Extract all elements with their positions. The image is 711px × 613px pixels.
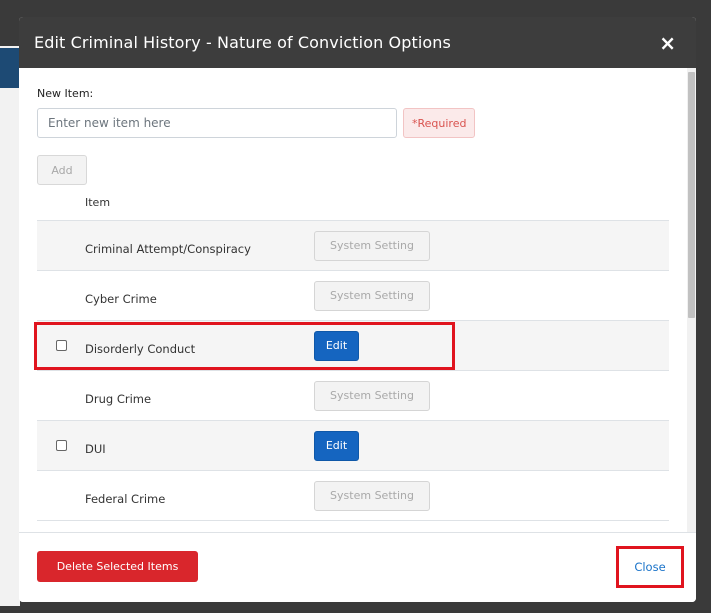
required-badge: *Required — [403, 108, 476, 138]
row-item-name: Cyber Crime — [85, 291, 157, 306]
modal-title: Edit Criminal History - Nature of Convic… — [34, 33, 451, 52]
row-item-name: Disorderly Conduct — [85, 341, 196, 356]
row-checkbox[interactable] — [55, 440, 67, 451]
checkbox-cell — [37, 440, 85, 451]
close-button[interactable]: Close — [616, 546, 684, 588]
close-icon[interactable]: × — [659, 33, 676, 53]
table-header: Item — [37, 185, 669, 221]
background-page-strip — [0, 46, 20, 606]
modal-footer: Delete Selected Items Close — [19, 532, 696, 602]
table-row: Drug Crime System Setting — [37, 371, 669, 421]
delete-selected-button[interactable]: Delete Selected Items — [37, 551, 198, 582]
edit-button[interactable]: Edit — [314, 330, 359, 361]
system-setting-button: System Setting — [314, 230, 430, 261]
modal-header: Edit Criminal History - Nature of Convic… — [19, 17, 696, 68]
row-item-name: Drug Crime — [85, 391, 152, 406]
modal-body: New Item: Enter new item here *Required … — [19, 68, 687, 532]
table-row: DUI Edit — [37, 421, 669, 471]
system-setting-button: System Setting — [314, 280, 430, 311]
row-item-name: DUI — [85, 441, 106, 456]
new-item-input[interactable]: Enter new item here — [37, 108, 397, 138]
background-nav-bar — [0, 48, 20, 88]
system-setting-button: System Setting — [314, 480, 430, 511]
table-row: Criminal Attempt/Conspiracy System Setti… — [37, 221, 669, 271]
add-button[interactable]: Add — [37, 155, 87, 185]
table-row: Disorderly Conduct Edit — [37, 321, 669, 371]
edit-options-modal: Edit Criminal History - Nature of Convic… — [19, 17, 696, 602]
system-setting-button: System Setting — [314, 380, 430, 411]
scrollbar[interactable] — [687, 68, 696, 532]
checkbox-cell — [37, 340, 85, 351]
row-item-name: Criminal Attempt/Conspiracy — [85, 241, 251, 256]
new-item-label: New Item: — [37, 87, 94, 100]
table-row: Cyber Crime System Setting — [37, 271, 669, 321]
scrollbar-thumb[interactable] — [688, 72, 695, 318]
row-checkbox[interactable] — [55, 340, 67, 351]
table-row: Federal Crime System Setting — [37, 471, 669, 521]
row-item-name: Federal Crime — [85, 491, 166, 506]
column-header-item: Item — [85, 196, 111, 209]
new-item-row: Enter new item here *Required — [37, 108, 669, 138]
edit-button[interactable]: Edit — [314, 430, 359, 461]
